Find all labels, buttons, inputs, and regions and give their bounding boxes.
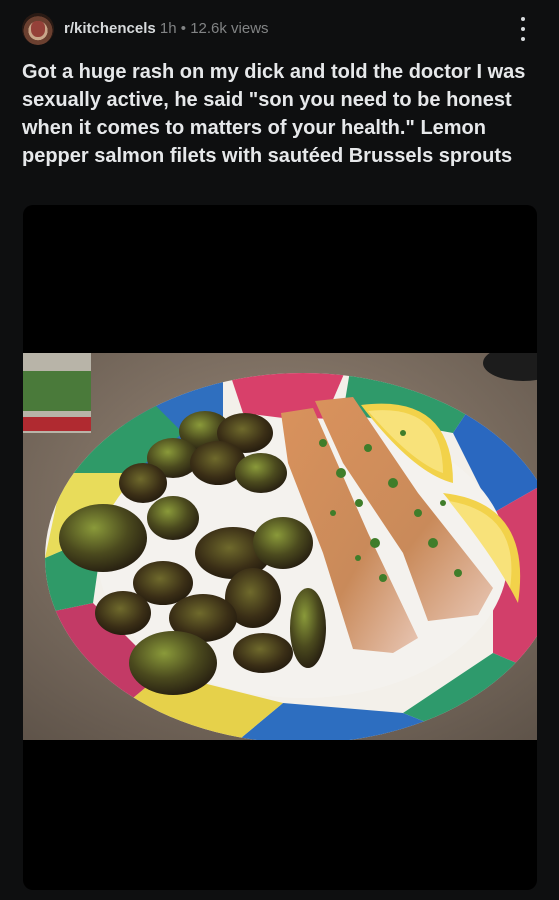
subreddit-avatar[interactable] xyxy=(22,13,54,45)
more-vertical-icon[interactable] xyxy=(514,14,532,44)
post-age: 1h xyxy=(159,20,177,37)
post-header: r/kitchencels 1h • 12.6k views xyxy=(0,0,559,58)
meta-separator: • xyxy=(180,20,187,37)
post-title[interactable]: Got a huge rash on my dick and told the … xyxy=(22,58,537,170)
post-image[interactable] xyxy=(23,205,537,890)
view-count: 12.6k views xyxy=(190,20,269,37)
subreddit-name[interactable]: r/kitchencels xyxy=(64,20,156,37)
salmon-brussels-photo xyxy=(23,353,537,740)
post-meta: r/kitchencels 1h • 12.6k views xyxy=(64,19,269,39)
